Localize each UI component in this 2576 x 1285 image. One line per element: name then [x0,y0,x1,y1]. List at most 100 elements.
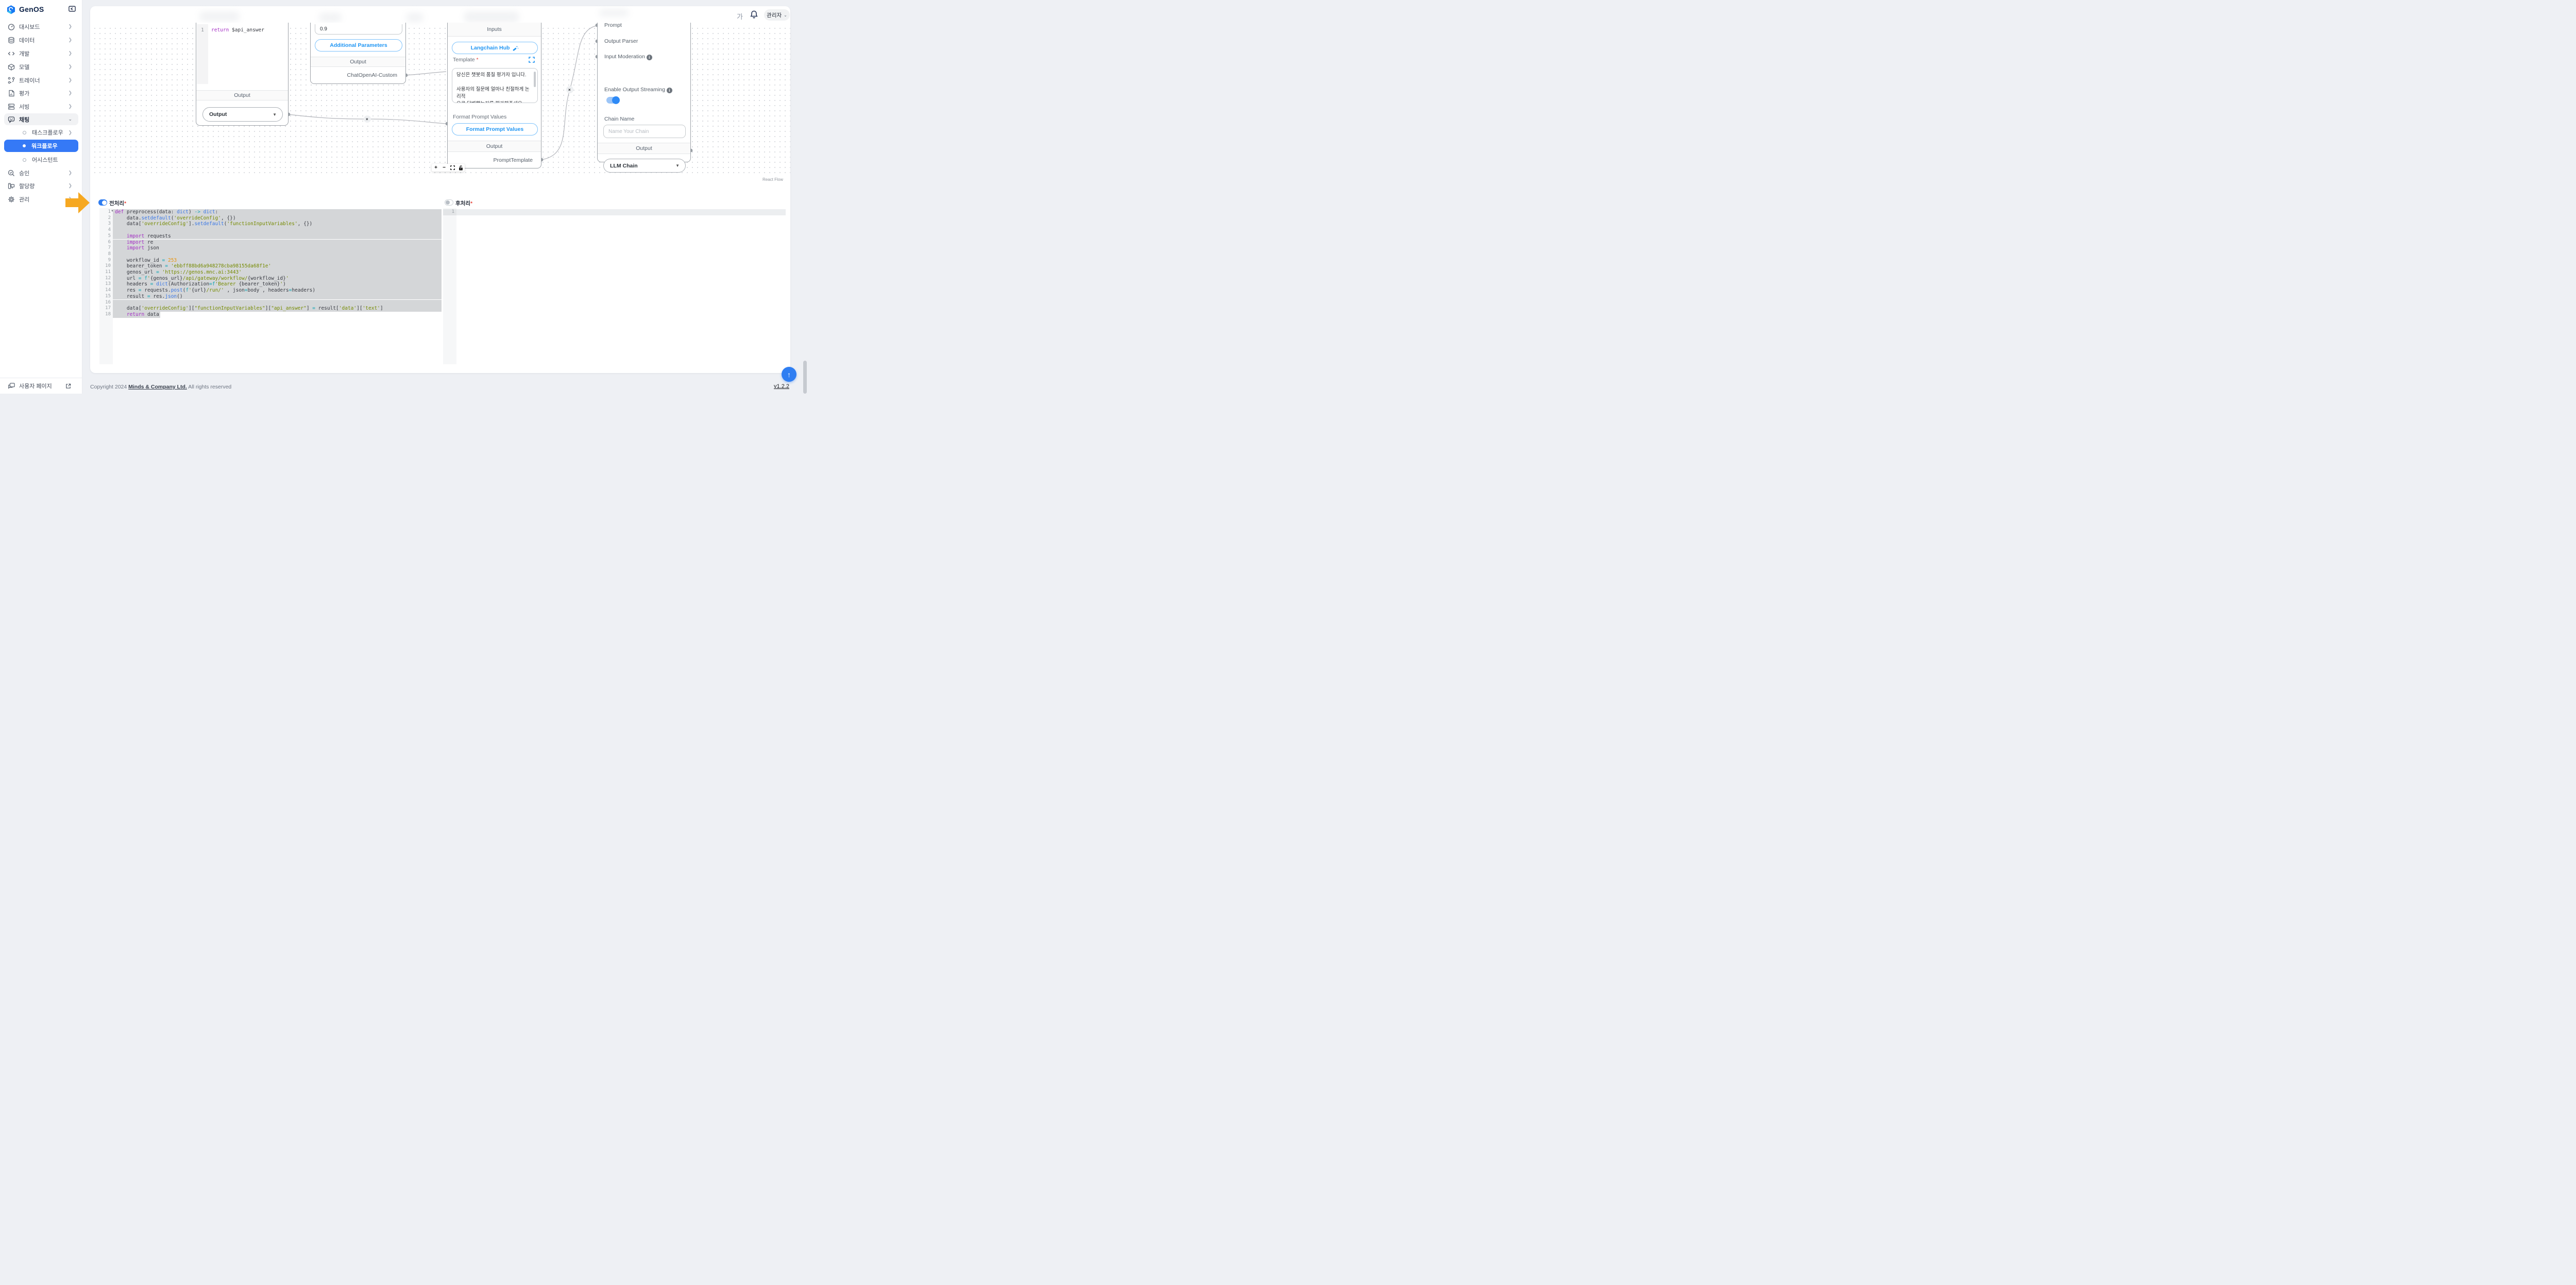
sidebar-item-6[interactable]: 서빙❯ [0,100,82,113]
expand-icon[interactable] [529,57,535,63]
code-line[interactable]: 13 headers = dict(Authorization=f'Bearer… [99,281,442,288]
quota-icon [8,182,15,190]
template-label: Template * [453,57,479,63]
info-icon[interactable]: i [667,88,672,93]
redacted-node-title [199,11,240,22]
chat-bubbles-icon [8,383,15,390]
sidebar-item-label: 대시보드 [19,23,40,31]
textarea-scrollbar[interactable] [534,72,536,87]
code-line[interactable]: 5 import requests [99,233,442,240]
chevron-down-icon: ⌄ [784,13,787,18]
code-line[interactable]: 6 import re [99,240,442,246]
radio-icon [23,158,26,162]
preprocess-toggle[interactable] [98,199,107,206]
sidebar-item-bottom-1[interactable]: 할당량 ❯ [0,179,82,192]
node-custom-function[interactable]: 1 return $api_answer Output Output ▼ [196,23,289,126]
fit-view-button[interactable] [448,164,456,172]
postprocess-code-editor[interactable]: 1 [443,208,786,364]
zoom-in-button[interactable]: + [432,164,440,172]
sidebar-subitem[interactable]: 태스크플로우❯ [0,126,82,139]
chevron-right-icon: ❯ [68,50,72,56]
code-line[interactable]: 12 url = f'{genos_url}/api/gateway/workf… [99,276,442,282]
lock-button[interactable] [456,164,465,172]
radio-icon [23,144,26,147]
zoom-out-button[interactable]: − [440,164,448,172]
llm-chain-select[interactable]: LLM Chain ▼ [603,159,686,173]
code-line[interactable]: 1 [443,209,786,215]
sidebar-subitem[interactable]: 워크플로우 [4,140,78,152]
code-line[interactable]: 14 res = requests.post(f'{url}/run/' , j… [99,288,442,294]
template-textarea[interactable]: 당신은 챗봇의 품질 평가자 입니다. 사용자의 질문에 얼마나 친절하게 논리… [452,68,538,103]
react-flow-attribution: React Flow [762,177,783,182]
node-output-section: Output [448,141,541,152]
code-input[interactable]: 1 return $api_answer [197,24,288,84]
code-line[interactable]: 17 data['overrideConfig']["functionInput… [99,306,442,312]
gauge-icon [8,23,15,30]
code-icon [8,50,15,57]
sidebar-subitem[interactable]: 어시스턴트 [0,154,82,166]
chevron-right-icon: ❯ [68,183,72,189]
arrow-up-icon: ↑ [787,370,791,379]
chevron-right-icon: ❯ [68,24,72,29]
node-llm-chain[interactable]: PromptOutput ParserInput Moderation i En… [597,23,691,162]
output-streaming-toggle[interactable] [606,97,619,104]
sidebar-collapse-icon[interactable] [69,6,76,12]
fit-view-icon [450,165,455,170]
sidebar-item-bottom-0[interactable]: 승인❯ [0,166,82,179]
temperature-input[interactable]: 0.9 [315,24,402,35]
code-line[interactable]: 10 bearer_token = 'ebbff88bd6a948278cba9… [99,263,442,269]
font-size-button[interactable]: 가 [737,11,743,21]
code-line[interactable]: 1▼def preprocess(data: dict) -> dict: [99,209,442,215]
code-line[interactable]: 9 workflow_id = 253 [99,258,442,264]
sidebar-subitem-label: 워크플로우 [31,142,58,150]
company-link[interactable]: Minds & Company Ltd. [128,384,187,390]
chevron-right-icon: ❯ [68,64,72,70]
page-scrollbar[interactable] [803,361,807,394]
additional-parameters-button[interactable]: Additional Parameters [315,39,402,52]
code-line[interactable]: 7 import json [99,245,442,251]
info-icon[interactable]: i [647,55,652,60]
sidebar-item-label: 서빙 [19,103,29,111]
sidebar-item-user-page[interactable]: 사용자 페이지 [0,378,82,394]
sidebar-item-1[interactable]: 데이터❯ [0,33,82,46]
sidebar-group-chat[interactable]: 채팅⌄ [4,113,78,125]
code-line[interactable]: 8 [99,251,442,258]
chain-name-input[interactable]: Name Your Chain [603,125,686,138]
profile-menu-button[interactable]: 관리자 ⌄ [764,9,790,21]
code-line[interactable]: 4 [99,227,442,233]
chevron-down-icon: ▼ [675,163,680,168]
sidebar-item-4[interactable]: 트레이너❯ [0,74,82,87]
format-prompt-values-button[interactable]: Format Prompt Values [452,123,538,136]
input-port-label: Input Moderation i [604,54,652,60]
notifications-bell-icon[interactable] [750,10,758,19]
sidebar-item-label: 할당량 [19,182,35,190]
sidebar-item-2[interactable]: 개발❯ [0,47,82,60]
output-select[interactable]: Output ▼ [202,107,283,122]
sidebar-group-label: 채팅 [19,115,29,124]
main-panel: 가 관리자 ⌄ × × [90,6,790,373]
preprocess-code-editor[interactable]: 1▼def preprocess(data: dict) -> dict:2 d… [99,208,442,364]
sidebar-item-label: 모델 [19,63,29,71]
code-line[interactable]: 18 return data [99,312,442,318]
sidebar-item-0[interactable]: 대시보드 ❯ [0,20,82,33]
node-prompt-template[interactable]: Inputs Langchain Hub Template * 당신은 챗봇의 … [447,23,541,168]
code-line[interactable]: 11 genos_url = 'https://genos.mnc.ai:344… [99,269,442,276]
langchain-hub-button[interactable]: Langchain Hub [452,42,538,54]
node-chat-model[interactable]: 0.9 Additional Parameters Output ChatOpe… [310,23,406,84]
sidebar-item-3[interactable]: 모델 ❯ [0,60,82,73]
trainer-icon [8,77,15,84]
code-line[interactable]: 3 data['overrideConfig'].setdefault('fun… [99,221,442,227]
sidebar-item-5[interactable]: 평가❯ [0,87,82,99]
code-line[interactable]: 2 data.setdefault('overrideConfig', {}) [99,215,442,222]
output-port-label: PromptTemplate [494,157,533,163]
user-page-label: 사용자 페이지 [19,382,52,390]
serving-icon [8,103,15,110]
postprocess-toggle[interactable] [445,199,453,206]
version-link[interactable]: v1.2.2 [774,383,789,390]
scroll-to-top-button[interactable]: ↑ [782,367,796,382]
external-link-icon [65,383,71,389]
chevron-right-icon: ❯ [68,77,72,83]
sidebar-subitem-label: 태스크플로우 [32,128,63,137]
code-line[interactable]: 16 [99,300,442,306]
code-line[interactable]: 15 result = res.json() [99,294,442,300]
